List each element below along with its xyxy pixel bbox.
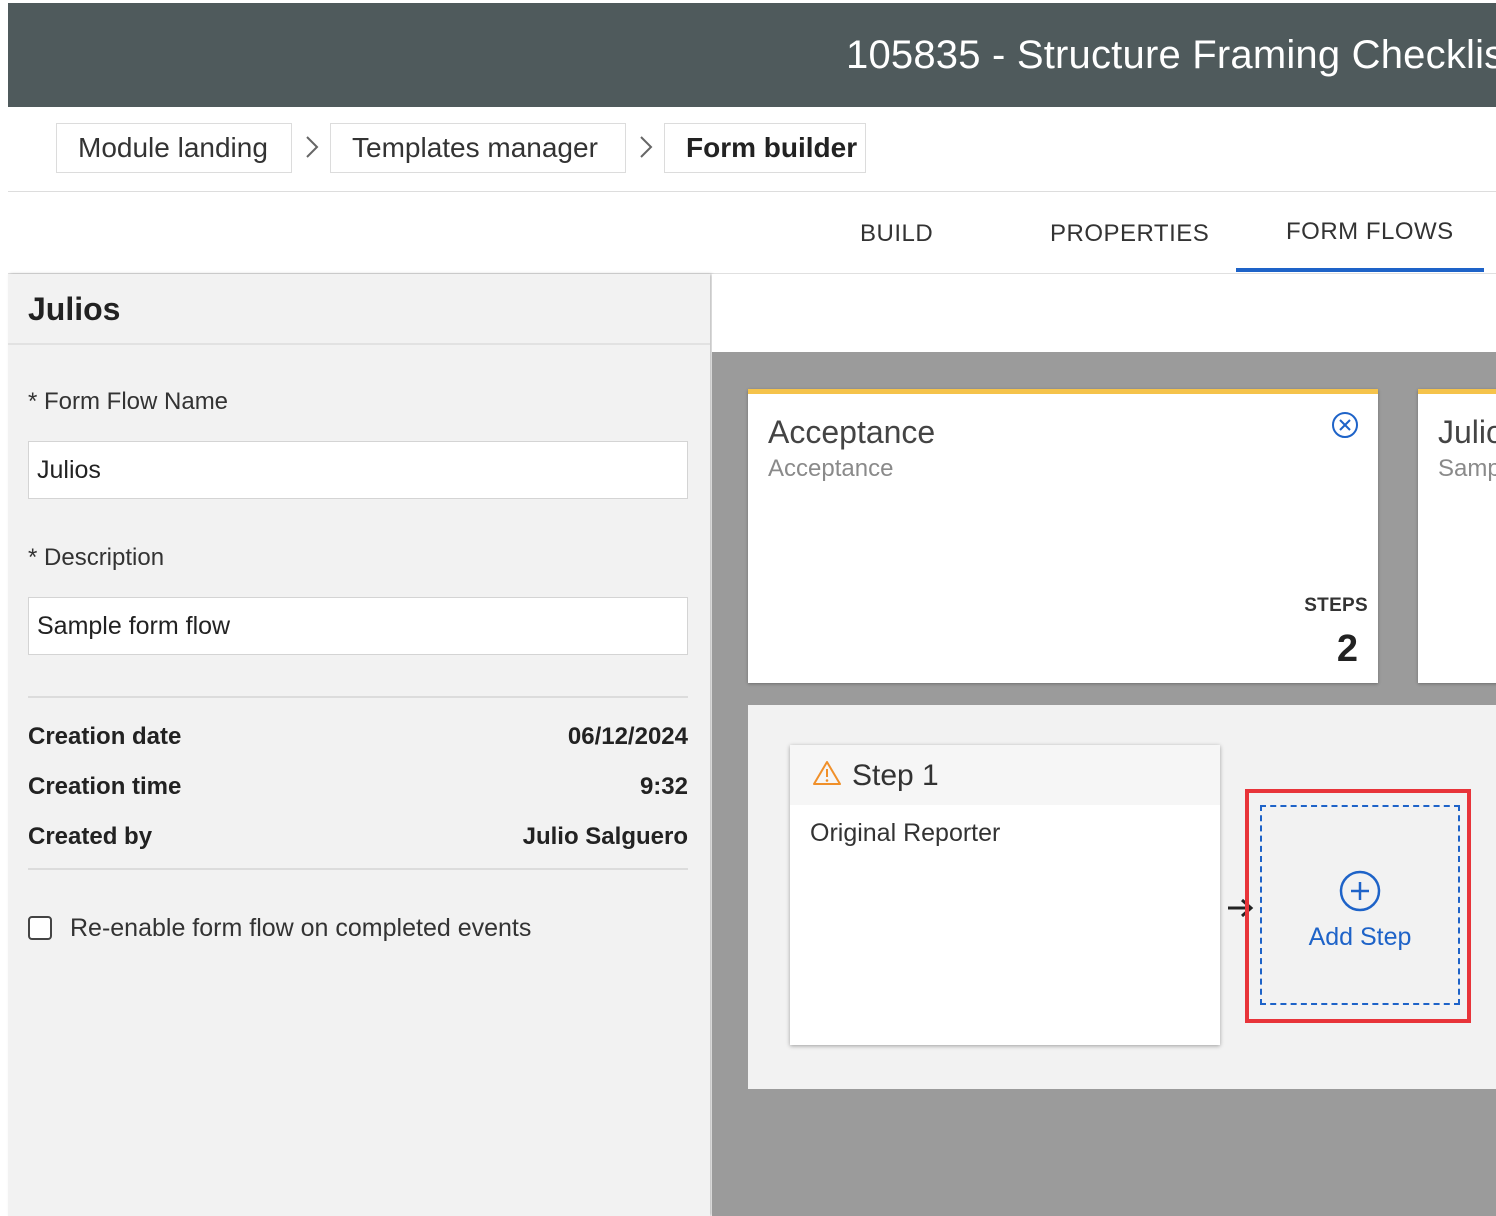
canvas-toolbar-area	[712, 274, 1496, 352]
flow-card-name: Julios	[1438, 414, 1496, 450]
add-step-button[interactable]: Add Step	[1260, 805, 1460, 1005]
chevron-right-icon	[305, 133, 319, 161]
form-flows-canvas: Acceptance Acceptance STEPS 2 Julios Sam…	[712, 352, 1496, 1216]
divider	[28, 868, 688, 870]
add-step-label: Add Step	[1308, 923, 1412, 951]
creation-date-label: Creation date	[28, 723, 182, 750]
reenable-form-flow-checkbox[interactable]	[28, 916, 52, 940]
flow-card-julios[interactable]: Julios Sample form flow	[1418, 389, 1496, 683]
divider	[28, 696, 688, 698]
form-flow-details-panel: Julios * Form Flow Name Julios * Descrip…	[8, 274, 710, 1216]
created-by-label: Created by	[28, 823, 153, 850]
divider	[8, 343, 710, 345]
panel-title: Julios	[28, 291, 121, 327]
breadcrumb-module-landing[interactable]: Module landing	[56, 123, 292, 173]
step-card[interactable]: Step 1 Original Reporter	[790, 745, 1220, 1045]
tab-form-flows[interactable]: FORM FLOWS	[1286, 218, 1454, 246]
chevron-right-icon	[639, 133, 653, 161]
flow-card-name: Acceptance	[768, 414, 936, 450]
flow-card-acceptance[interactable]: Acceptance Acceptance STEPS 2	[748, 389, 1378, 683]
step-title: Step 1	[852, 759, 939, 792]
form-flow-name-label: * Form Flow Name	[28, 388, 229, 415]
description-input[interactable]: Sample form flow	[28, 597, 688, 655]
step-header: Step 1	[790, 745, 1220, 805]
reenable-form-flow-label[interactable]: Re-enable form flow on completed events	[70, 914, 531, 943]
flow-card-steps-label: STEPS	[1304, 595, 1368, 616]
creation-time-row: Creation time 9:32	[28, 773, 688, 801]
created-by-value: Julio Salguero	[522, 823, 688, 850]
form-flow-name-input[interactable]: Julios	[28, 441, 688, 499]
active-tab-indicator	[1236, 268, 1484, 272]
tab-build[interactable]: BUILD	[860, 220, 933, 248]
breadcrumb-form-builder[interactable]: Form builder	[664, 123, 866, 173]
steps-panel: Step 1 Original Reporter Add Step	[748, 705, 1496, 1089]
flow-card-steps-count: 2	[1336, 628, 1358, 670]
creation-date-row: Creation date 06/12/2024	[28, 723, 688, 751]
warning-icon	[812, 759, 842, 787]
app-header: 105835 - Structure Framing Checklist	[8, 3, 1496, 107]
creation-time-label: Creation time	[28, 773, 182, 800]
breadcrumb-templates-manager[interactable]: Templates manager	[330, 123, 626, 173]
creation-date-value: 06/12/2024	[567, 723, 688, 750]
plus-circle-icon	[1338, 869, 1382, 913]
flow-card-description: Sample form flow	[1438, 455, 1496, 482]
page-title: 105835 - Structure Framing Checklist	[846, 33, 1496, 77]
step-role: Original Reporter	[810, 819, 1001, 847]
tab-properties[interactable]: PROPERTIES	[1050, 220, 1209, 248]
tab-bar: BUILD PROPERTIES FORM FLOWS	[8, 192, 1496, 274]
created-by-row: Created by Julio Salguero	[28, 823, 688, 851]
close-circle-icon[interactable]	[1330, 410, 1360, 440]
flow-card-description: Acceptance	[768, 455, 894, 482]
creation-time-value: 9:32	[639, 773, 688, 800]
description-label: * Description	[28, 544, 165, 571]
